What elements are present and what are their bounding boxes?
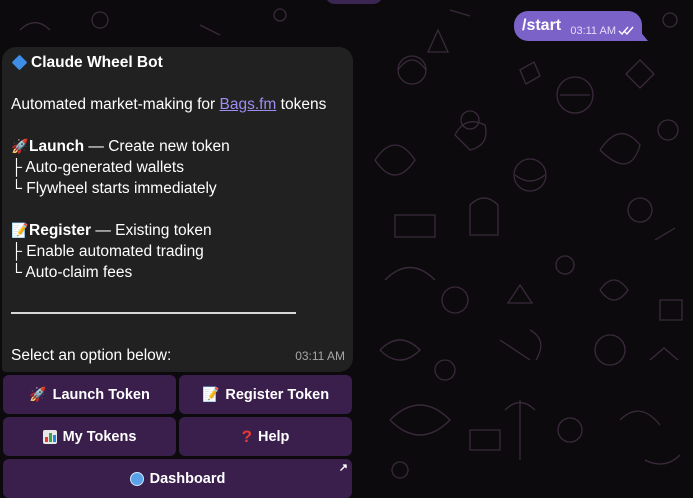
previous-message-edge — [325, 0, 383, 4]
my-tokens-label: My Tokens — [62, 428, 137, 445]
bar-chart-icon — [42, 429, 57, 444]
outgoing-message-meta: 03:11 AM — [570, 25, 634, 37]
register-item: ├ Enable automated trading — [11, 243, 204, 260]
help-button[interactable]: ? Help — [179, 417, 352, 456]
launch-heading: 🚀Launch — Create new token — [11, 138, 230, 155]
intro-line: Automated market-making for Bags.fm toke… — [11, 96, 327, 113]
launch-token-label: Launch Token — [52, 386, 150, 403]
dashboard-button[interactable]: Dashboard ↗ — [3, 459, 352, 498]
register-item: └ Auto-claim fees — [11, 264, 133, 281]
register-heading: 📝Register — Existing token — [11, 222, 212, 239]
blue-diamond-icon — [11, 54, 28, 71]
outgoing-bubble-tail — [639, 30, 648, 41]
bot-message-time: 03:11 AM — [295, 349, 345, 363]
launch-token-button[interactable]: 🚀 Launch Token — [3, 375, 176, 414]
help-label: Help — [257, 428, 290, 445]
bot-message-title: Claude Wheel Bot — [11, 52, 344, 73]
outgoing-message-time: 03:11 AM — [570, 25, 616, 37]
launch-item: ├ Auto-generated wallets — [11, 159, 184, 176]
rocket-icon: 🚀 — [29, 386, 47, 402]
memo-icon: 📝 — [201, 386, 220, 402]
launch-item: └ Flywheel starts immediately — [11, 180, 217, 197]
memo-icon: 📝 — [11, 222, 29, 238]
globe-icon — [129, 471, 144, 486]
rocket-icon: 🚀 — [11, 138, 29, 154]
register-token-label: Register Token — [225, 386, 330, 403]
select-option-text: Select an option below: — [11, 347, 172, 364]
double-check-icon — [618, 26, 634, 36]
outgoing-message-text: /start — [522, 17, 562, 34]
external-link-icon: ↗ — [338, 462, 348, 474]
my-tokens-button[interactable]: My Tokens — [3, 417, 176, 456]
register-token-button[interactable]: 📝 Register Token — [179, 375, 352, 414]
bot-message: Claude Wheel Bot Automated market-making… — [2, 47, 353, 372]
divider — [11, 312, 296, 314]
outgoing-message[interactable]: /start 03:11 AM — [514, 11, 642, 41]
dashboard-label: Dashboard — [149, 470, 226, 487]
question-icon: ? — [241, 426, 252, 446]
bags-fm-link[interactable]: Bags.fm — [219, 96, 276, 113]
